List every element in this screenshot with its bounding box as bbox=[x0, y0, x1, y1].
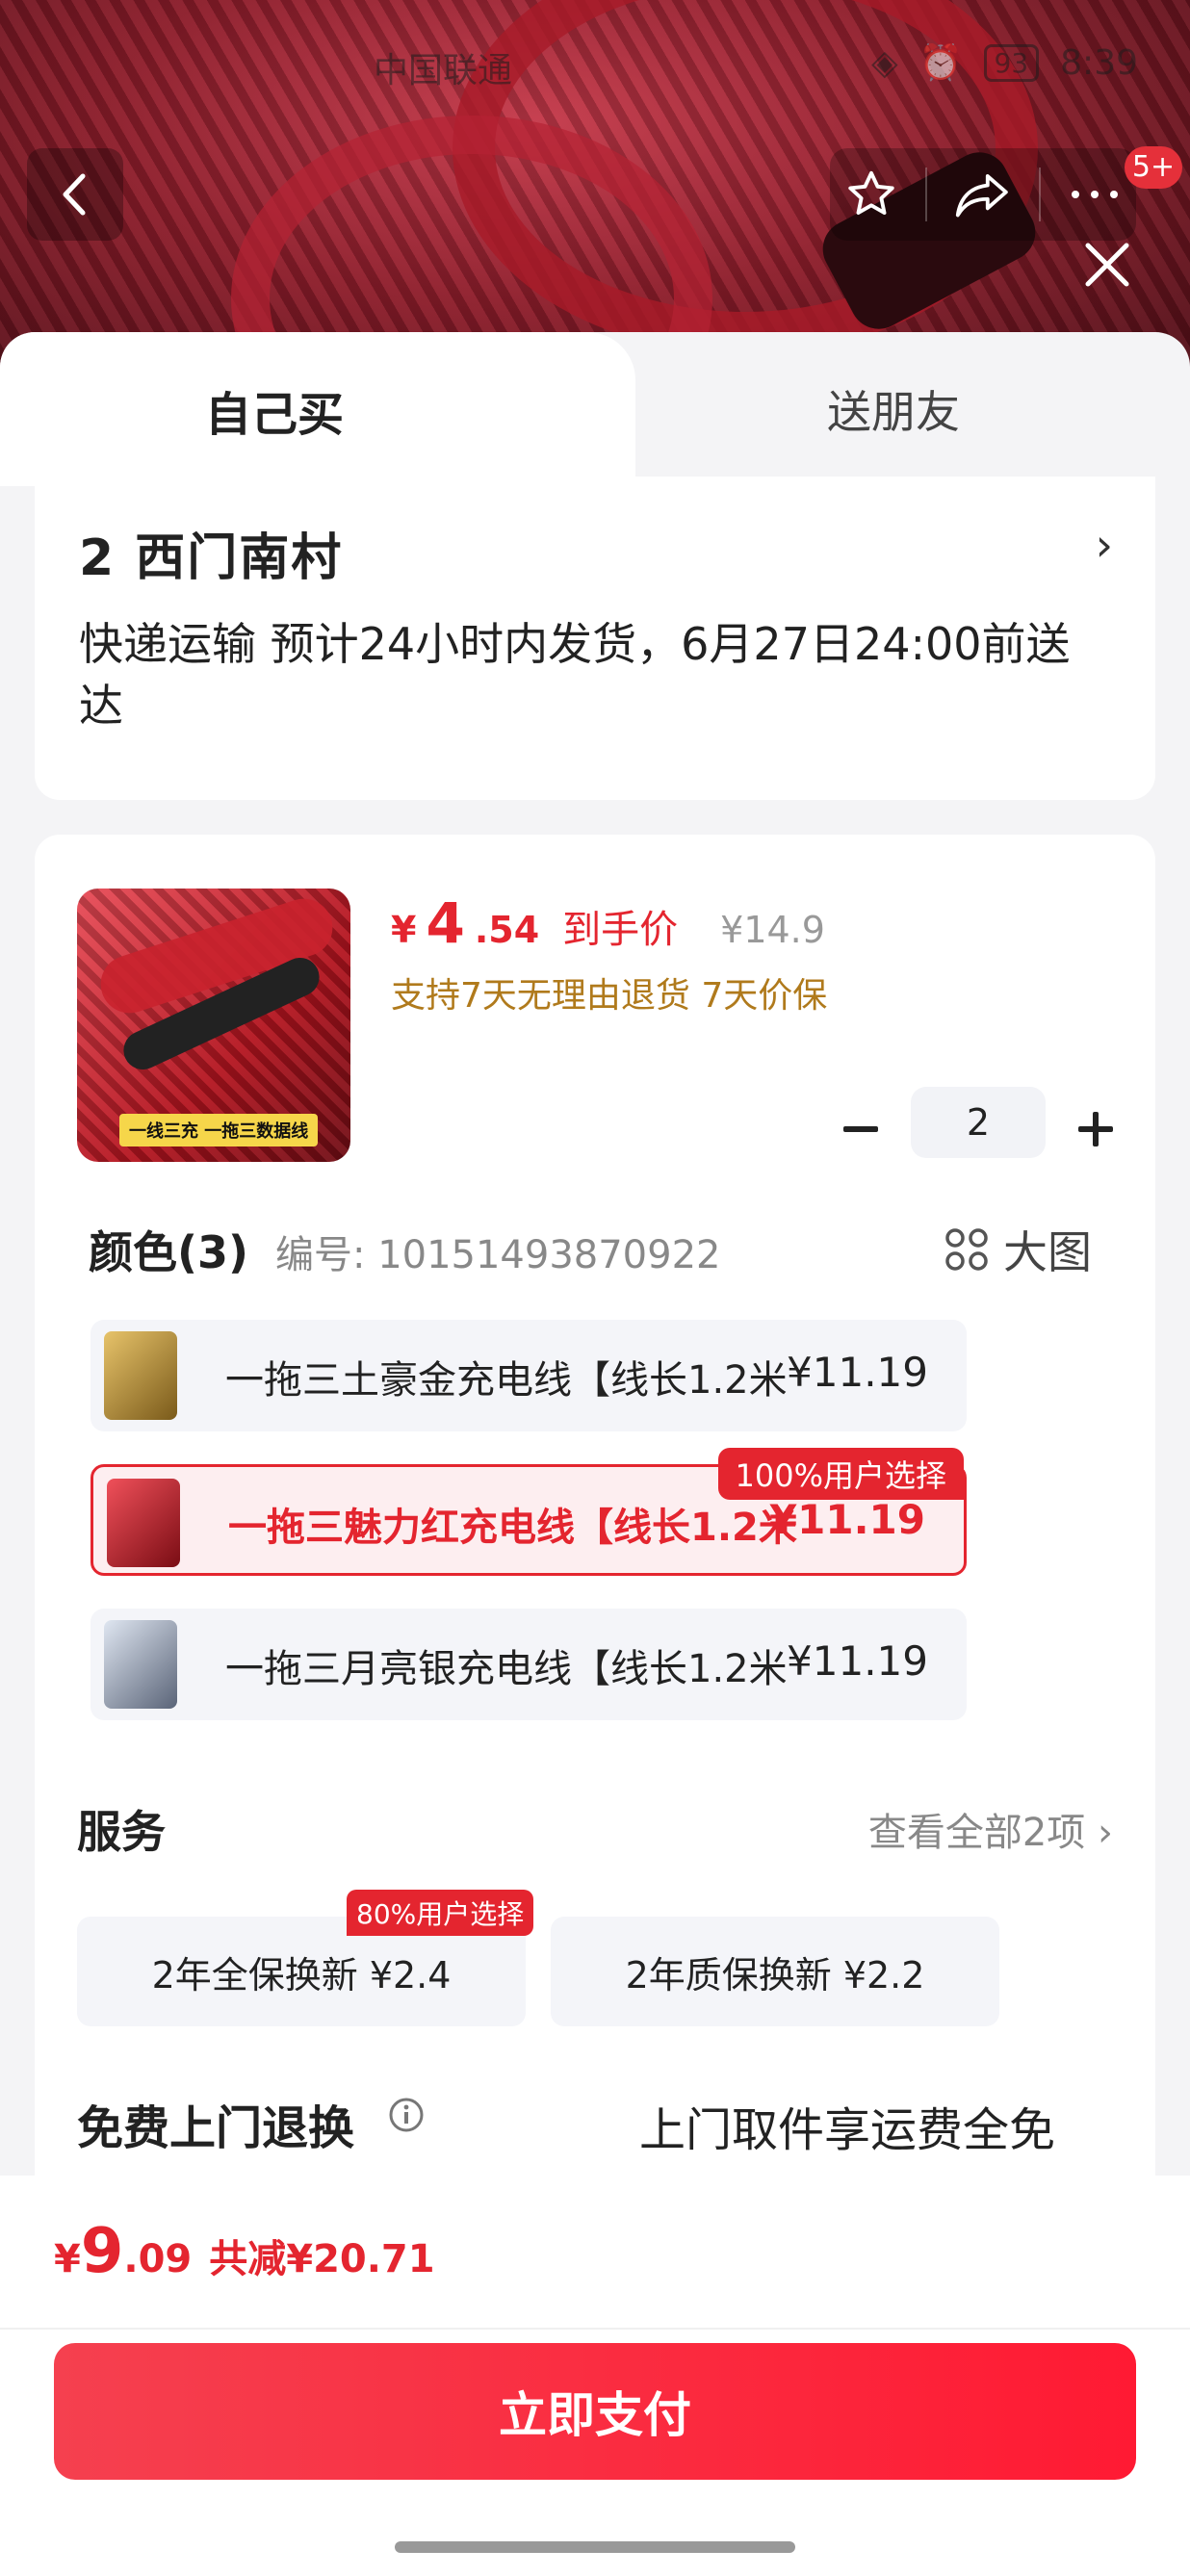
total-currency: ¥ bbox=[54, 2237, 81, 2281]
color-option-label: 一拖三月亮银充电线【线长1.2米 bbox=[225, 1647, 788, 1691]
guarantee-text: 支持7天无理由退货 7天价保 bbox=[391, 976, 828, 1016]
total-price: ¥9.09 共减¥20.71 bbox=[54, 2216, 435, 2287]
color-option-selected[interactable]: 一拖三魅力红充电线【线长1.2米 ¥11.19 100%用户选择 bbox=[91, 1448, 967, 1576]
free-return-desc: 上门取件享运费全免 bbox=[639, 2103, 1056, 2157]
battery-level: 93 bbox=[983, 43, 1040, 82]
quantity-increase-button[interactable] bbox=[1069, 1102, 1123, 1156]
info-icon[interactable] bbox=[387, 2096, 426, 2134]
free-return-title: 免费上门退换 bbox=[77, 2101, 355, 2155]
big-picture-label: 大图 bbox=[1003, 1226, 1092, 1278]
color-option[interactable]: 一拖三土豪金充电线【线长1.2米 ¥11.19 bbox=[91, 1320, 967, 1431]
sheet-body: 2 西门南村 › 快递运输 预计24小时内发货，6月27日24:00前送达 一线… bbox=[0, 477, 1190, 2576]
back-button[interactable] bbox=[27, 148, 123, 241]
product-thumbnail[interactable]: 一线三充 一拖三数据线 bbox=[77, 889, 350, 1162]
status-bar: 中国联通 ◈ ⏰ 93 8:39 bbox=[0, 39, 1190, 96]
total-decimal: .09 bbox=[123, 2237, 193, 2281]
color-option-price: ¥11.19 bbox=[768, 1496, 925, 1543]
action-divider bbox=[1039, 167, 1042, 221]
plus-icon bbox=[1078, 1112, 1113, 1146]
purchase-tabs: 送朋友 自己买 bbox=[0, 332, 1190, 488]
total-discount: 共减¥20.71 bbox=[209, 2237, 435, 2281]
delivery-estimate: 快递运输 预计24小时内发货，6月27日24:00前送达 bbox=[79, 618, 1071, 732]
price-row: ¥4.54 到手价 ¥14.9 bbox=[391, 890, 825, 956]
price-integer: 4 bbox=[426, 890, 465, 956]
minus-icon bbox=[843, 1126, 878, 1132]
color-option-price: ¥11.19 bbox=[787, 1349, 928, 1396]
final-price-tag: 到手价 bbox=[562, 908, 679, 952]
pay-now-button[interactable]: 立即支付 bbox=[54, 2343, 1136, 2480]
original-price: ¥14.9 bbox=[720, 909, 825, 951]
home-indicator[interactable] bbox=[395, 2541, 795, 2553]
share-icon[interactable] bbox=[953, 167, 1013, 222]
clock: 8:39 bbox=[1060, 42, 1138, 83]
service-option[interactable]: 2年质保换新 ¥2.2 bbox=[551, 1917, 999, 2026]
star-icon[interactable] bbox=[843, 167, 899, 222]
price-currency: ¥ bbox=[391, 909, 417, 951]
chevron-right-icon[interactable]: › bbox=[1096, 519, 1113, 571]
color-option[interactable]: 一拖三月亮银充电线【线长1.2米 ¥11.19 bbox=[91, 1609, 967, 1720]
services-view-all[interactable]: 查看全部2项 › bbox=[868, 1801, 1113, 1857]
tab-gift-friend[interactable]: 送朋友 bbox=[597, 332, 1190, 486]
nfc-icon: ◈ bbox=[871, 42, 898, 83]
quantity-value[interactable]: 2 bbox=[911, 1087, 1046, 1158]
checkout-bar: ¥9.09 共减¥20.71 立即支付 bbox=[0, 2176, 1190, 2576]
color-option-label: 一拖三魅力红充电线【线长1.2米 bbox=[228, 1506, 797, 1550]
quantity-decrease-button[interactable] bbox=[834, 1102, 888, 1156]
view-all-label: 查看全部2项 bbox=[867, 1811, 1086, 1855]
carrier-label: 中国联通 bbox=[374, 51, 513, 90]
more-icon[interactable] bbox=[1067, 185, 1123, 204]
close-icon[interactable] bbox=[1076, 234, 1138, 296]
color-swatch-gold bbox=[104, 1331, 177, 1420]
services-title: 服务 bbox=[77, 1806, 166, 1858]
color-section-title: 颜色(3) bbox=[89, 1226, 249, 1278]
big-picture-button[interactable]: 大图 bbox=[944, 1218, 1092, 1281]
color-option-price: ¥11.19 bbox=[787, 1637, 928, 1685]
notification-badge: 5+ bbox=[1125, 146, 1182, 189]
popular-choice-badge: 100%用户选择 bbox=[717, 1448, 964, 1500]
action-divider bbox=[924, 167, 927, 221]
divider bbox=[0, 2328, 1190, 2330]
color-swatch-silver bbox=[104, 1620, 177, 1709]
tab-buy-self[interactable]: 自己买 bbox=[0, 332, 635, 488]
color-swatch-red bbox=[107, 1479, 180, 1567]
thumb-banner: 一线三充 一拖三数据线 bbox=[119, 1114, 319, 1146]
product-code: 编号: 10151493870922 bbox=[275, 1233, 721, 1277]
address-card[interactable]: 2 西门南村 › 快递运输 预计24小时内发货，6月27日24:00前送达 bbox=[35, 477, 1155, 800]
chevron-left-icon bbox=[63, 173, 86, 216]
total-integer: 9 bbox=[80, 2216, 124, 2287]
alarm-icon: ⏰ bbox=[918, 43, 963, 83]
price-decimal: .54 bbox=[474, 909, 540, 951]
top-action-group bbox=[830, 148, 1136, 241]
color-option-label: 一拖三土豪金充电线【线长1.2米 bbox=[225, 1358, 788, 1403]
grid-icon bbox=[945, 1228, 988, 1271]
service-popular-badge: 80%用户选择 bbox=[347, 1890, 534, 1936]
address-title: 2 西门南村 bbox=[79, 529, 344, 587]
